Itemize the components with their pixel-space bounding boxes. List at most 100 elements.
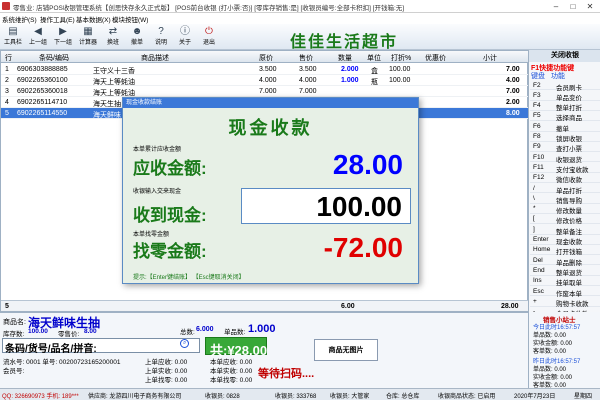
function-key-10[interactable]: / 单品打折 — [530, 183, 600, 195]
col-header-qty[interactable]: 数量 — [338, 53, 352, 63]
function-key-code: * — [533, 205, 536, 213]
status-product-state: 收银商品状态: 已启用 — [438, 394, 496, 400]
arrow-right-icon: ▶ — [59, 26, 67, 37]
menu-tools[interactable]: 操作工具(E) — [40, 14, 75, 24]
row-qty: 1.000 — [341, 76, 359, 84]
function-key-21[interactable]: + 购物卡收款 — [530, 296, 600, 308]
close-register-button[interactable]: 关闭收银 — [529, 50, 600, 62]
function-key-4[interactable]: F6 撤单 — [530, 121, 600, 133]
menu-module-buttons[interactable]: 模块按钮(W) — [112, 14, 148, 24]
person-icon: ☻ — [131, 26, 143, 37]
tab-keyboard[interactable]: 键盘 — [531, 73, 545, 80]
barcode-input[interactable]: 条码/货号/品名/拼音: — [2, 338, 200, 355]
row-code: 6906303888885 — [17, 65, 68, 73]
app-icon — [2, 2, 10, 10]
status-weekday: 星期四 — [574, 394, 593, 400]
maximize-icon[interactable]: □ — [565, 1, 581, 12]
col-header-code[interactable]: 条码/编码 — [39, 53, 69, 63]
exit-icon: ⏻ — [205, 26, 213, 37]
void-order-button[interactable]: ☻ 撤单 — [126, 26, 148, 48]
shift-change-button[interactable]: ⇄ 换班 — [102, 26, 124, 48]
function-key-9[interactable]: F12 微信收款 — [530, 173, 600, 184]
status-cashier-name: 收银员: 大管家 — [330, 394, 370, 400]
close-icon[interactable]: ✕ — [582, 1, 598, 12]
function-key-18[interactable]: End 整单退货 — [530, 265, 600, 277]
function-key-code: F10 — [533, 153, 545, 161]
cash-received-label: 收到现金: — [133, 206, 207, 225]
stock-value: 100.00 — [28, 328, 48, 335]
info-icon: ⓘ — [180, 26, 190, 37]
function-key-15[interactable]: Enter 现金收款 — [530, 235, 600, 246]
col-header-subtotal[interactable]: 小计 — [483, 53, 497, 63]
table-row[interactable]: 2 6902265360100 海天上等蚝油 4.000 4.000 1.000… — [1, 75, 528, 86]
tab-function[interactable]: 功能 — [551, 73, 565, 80]
col-header-name[interactable]: 商品描述 — [141, 53, 169, 63]
function-key-code: F8 — [533, 133, 541, 140]
function-key-14[interactable]: ] 整单备注 — [530, 224, 600, 236]
table-row[interactable]: 1 6906303888885 王守义十三香 3.500 3.500 2.000… — [1, 64, 528, 75]
function-key-20[interactable]: Esc 作废本单 — [530, 286, 600, 298]
function-key-13[interactable]: [修改价格 — [530, 214, 600, 225]
function-key-code: F4 — [533, 102, 541, 110]
calculator-button[interactable]: ▦ 计算器 — [77, 26, 99, 48]
minimize-icon[interactable]: – — [548, 1, 564, 12]
receivable-label: 应收金额: — [133, 159, 207, 178]
col-header-row[interactable]: 行 — [5, 53, 12, 63]
function-key-7[interactable]: F10 收银退货 — [530, 152, 600, 164]
stock-label: 库存数: — [3, 331, 25, 338]
function-key-19[interactable]: Ins 挂单取单 — [530, 276, 600, 287]
col-header-promo-price[interactable]: 优惠价 — [425, 53, 446, 63]
function-key-6[interactable]: F9 查打小票 — [530, 142, 600, 153]
row-code: 6902265360018 — [17, 87, 68, 95]
function-key-code: + — [533, 297, 537, 305]
row-price: 4.000 — [299, 76, 317, 84]
no-image-label: 商品无图片 — [328, 347, 364, 354]
waiting-scan: 等待扫码.... — [258, 368, 315, 380]
last-change: 上单找零: 0.00 — [145, 377, 188, 384]
menu-system[interactable]: 系统维护(S) — [2, 14, 37, 24]
function-key-12[interactable]: * 修改数量 — [530, 204, 600, 215]
row-name: 海天上等蚝油 — [93, 78, 135, 86]
table-row[interactable]: 3 6902265360018 海天上等蚝油 7.000 7.000 7.00 — [1, 86, 528, 97]
function-key-code: Ins — [533, 277, 542, 285]
function-key-code: F9 — [533, 143, 541, 151]
change-value: -72.00 — [323, 232, 403, 263]
cash-received-input[interactable]: 100.00 — [241, 188, 411, 224]
col-header-unit[interactable]: 单位 — [367, 53, 381, 63]
row-orig: 4.000 — [259, 76, 277, 84]
next-group-button[interactable]: ▶ 下一组 — [52, 26, 74, 48]
function-key-2[interactable]: F4 整单打折 — [530, 101, 600, 112]
status-cashier: 收银员: 333768 — [275, 394, 317, 400]
menu-basic-data[interactable]: 基本数据(X) — [76, 14, 111, 24]
product-image-placeholder: 商品无图片 — [314, 339, 378, 361]
about-button[interactable]: ⓘ 关于 — [174, 26, 196, 48]
col-header-orig-price[interactable]: 原价 — [259, 53, 273, 63]
function-key-1[interactable]: F3 单品变价 — [530, 90, 600, 102]
function-key-code: Home — [533, 246, 551, 254]
function-key-11[interactable]: \ 销售导购 — [530, 193, 600, 205]
help-button[interactable]: ? 说明 — [150, 26, 172, 48]
function-key-8[interactable]: F11 支付宝收款 — [530, 162, 600, 174]
row-price: 3.500 — [299, 65, 317, 73]
function-key-5[interactable]: F8 锁屏收银 — [530, 132, 600, 143]
product-name-label: 商品名: — [3, 319, 26, 326]
function-key-code: F2 — [533, 81, 541, 89]
toolbar-button-toolbar[interactable]: ▤ 工具栏 — [2, 26, 24, 48]
pos-window: 零售业: 店铺POS收银管理系统【创思快存永久正式版】 [POS前台收银 (打小… — [0, 0, 600, 400]
exit-button[interactable]: ⏻ 退出 — [198, 26, 220, 48]
function-key-code: F3 — [533, 91, 541, 99]
function-key-16[interactable]: Home 打开钱箱 — [530, 245, 600, 256]
function-key-code: / — [533, 184, 535, 192]
col-header-price[interactable]: 售价 — [299, 53, 313, 63]
total-qty-value: 6.000 — [196, 326, 214, 333]
row-qty: 2.000 — [341, 65, 359, 73]
function-key-3[interactable]: F5 选择商品 — [530, 111, 600, 122]
function-key-17[interactable]: Del 单品删除 — [530, 255, 600, 267]
store-banner: 佳佳生活超市 — [290, 32, 399, 51]
function-key-code: F6 — [533, 122, 541, 130]
barcode-input-hint: 条码/货号/品名/拼音: — [5, 344, 97, 355]
col-header-discount[interactable]: 打折% — [391, 53, 411, 63]
function-key-0[interactable]: F2 会员刷卡 — [530, 80, 600, 92]
previous-group-button[interactable]: ◀ 上一组 — [27, 26, 49, 48]
row-no: 3 — [5, 87, 9, 95]
